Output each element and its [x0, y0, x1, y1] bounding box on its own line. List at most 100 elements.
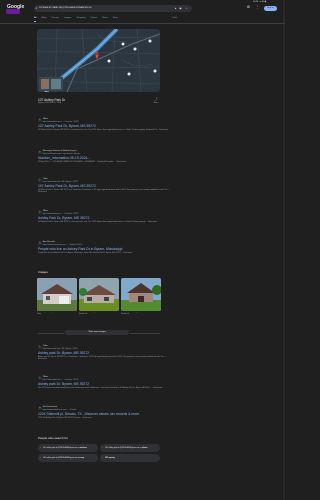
- result-source: T Trulia https://www.trulia.com › MS › By…: [38, 178, 170, 183]
- people-also-search-heading: People also search for: [38, 436, 68, 440]
- related-search-chip[interactable]: ⌕ 107 ashley park dr (PZ070-A008 byram m…: [38, 454, 98, 462]
- tab-all[interactable]: All: [34, 17, 37, 22]
- image-carousel: 107 Ashley Park Dr, Byram, MS 3927... Zi…: [37, 278, 161, 322]
- tab-videos[interactable]: Videos: [91, 17, 98, 22]
- share-label: Share: [153, 101, 159, 104]
- result-source: T Trulia https://www.trulia.com › MS › By…: [38, 345, 170, 350]
- tab-forums[interactable]: Forums: [52, 17, 59, 22]
- image-card[interactable]: 107 Ashley Park Dr, Byram, MS 3927... Zi…: [37, 278, 77, 322]
- result-source: B Best Records https://www.bestrecords.co…: [38, 241, 170, 246]
- sign-in-button[interactable]: Sign in: [264, 6, 277, 11]
- related-search-chip[interactable]: ⌕ 107 ashley park dr (PZ070-A008 byram m…: [100, 444, 160, 452]
- source-url[interactable]: https://www.trulia.com › MS › Byram › 39…: [43, 181, 78, 183]
- search-result[interactable]: B Best Records https://www.bestrecords.co…: [38, 241, 170, 254]
- result-title[interactable]: 1224 Shimmill pl, Desoto, TX - Discover …: [38, 412, 170, 416]
- search-result[interactable]: Z Zillow https://www.zillow.com › ... › J…: [38, 210, 170, 223]
- result-snippet: 107 Ashley Park Dr, Byram, MS 39272 is a…: [38, 188, 170, 194]
- image-source: Realtor.com: [121, 313, 130, 315]
- share-button[interactable]: ⤴ Share: [153, 97, 159, 104]
- search-input[interactable]: 107 ASHLEY PARK DR (PZ070-A008 BYRAM MS …: [39, 7, 91, 10]
- related-search-text: 107 ashley park dr (PZ070-A008 byram ms …: [42, 456, 84, 459]
- result-snippet: 107 Ashley Park Dr, Byram, MS 39272 is c…: [38, 220, 157, 223]
- gov-seal-icon: ◎: [38, 150, 42, 155]
- trulia-icon: T: [38, 345, 42, 350]
- top-bar: Google ✕ 107 ASHLEY PARK DR (PZ070-A008 …: [0, 0, 285, 14]
- search-tabs: All Maps Forums Images Shopping Videos N…: [34, 17, 118, 22]
- result-title[interactable]: Ashley park Dr, Byram, MS 39272: [38, 382, 170, 386]
- result-snippet: People who live on Ashley Park Dr in Byr…: [38, 251, 133, 254]
- result-title[interactable]: Number_Information-05-19-2024...: [38, 156, 170, 160]
- result-source: Z Zillow https://www.zillow.com › ... › J…: [38, 210, 170, 215]
- result-snippet: 1224 107 Ashley Park Dr Byram, MS 39272 …: [38, 416, 92, 419]
- result-title[interactable]: Ashley park Dr, Byram, MS 39272: [38, 351, 170, 355]
- source-url[interactable]: https://www.bestrecords.com › ... › Ashl…: [43, 244, 83, 246]
- house-graphic: [79, 278, 119, 311]
- search-icon: ⌕: [102, 456, 104, 460]
- house-image[interactable]: [121, 278, 161, 311]
- tab-news[interactable]: News: [102, 17, 107, 22]
- result-title[interactable]: Ashley Park Dr, Byram, MS 39272: [38, 216, 170, 220]
- camera-icon[interactable]: ◉: [179, 7, 182, 10]
- search-icon: ⌕: [102, 446, 104, 450]
- search-icon: ⌕: [40, 446, 42, 450]
- search-result[interactable]: Z Zillow https://www.zillow.com › ... › J…: [38, 118, 170, 131]
- search-box[interactable]: ✕ 107 ASHLEY PARK DR (PZ070-A008 BYRAM M…: [34, 5, 192, 12]
- porterhouse-icon: H: [38, 406, 42, 411]
- result-snippet: 107 Ashley Park Dr, Byram, MS 39272 is c…: [38, 128, 168, 131]
- image-source: Zillow: [37, 313, 42, 315]
- source-url[interactable]: https://medicaid.ms.gov › wp-content › u…: [43, 153, 80, 155]
- settings-icon[interactable]: ⚙: [246, 5, 251, 10]
- source-url[interactable]: https://www.zillow.com › ... › Jackson ›…: [43, 379, 79, 381]
- result-source: Z Zillow https://www.zillow.com › ... › J…: [38, 118, 170, 123]
- result-snippet: This 1375 square foot single family home…: [38, 386, 163, 389]
- zillow-icon: Z: [38, 210, 42, 215]
- mic-icon[interactable]: ●: [174, 7, 177, 10]
- house-image[interactable]: [79, 278, 119, 311]
- result-title[interactable]: 107 Ashley Park Dr, Byram, MS 39272: [38, 124, 170, 128]
- source-url[interactable]: https://www.zillow.com › ... › Jackson ›…: [43, 213, 79, 215]
- related-search-chip[interactable]: ⌕ GPI registry: [100, 454, 160, 462]
- source-url[interactable]: https://www.porterhouse.com › ... › Deso…: [43, 409, 77, 411]
- tools-button[interactable]: Tools: [172, 17, 177, 20]
- related-search-text: 107 ashley park dr (PZ070-A008 byram ms …: [42, 446, 88, 449]
- result-snippet: 19 May 2024 — ... 107 ASHLEY PARK DR PZ0…: [38, 160, 127, 163]
- source-url[interactable]: https://www.trulia.com › MS › Byram › 39…: [43, 348, 78, 350]
- house-image[interactable]: [37, 278, 77, 311]
- images-heading: Images: [38, 270, 48, 274]
- tab-more[interactable]: More: [113, 17, 118, 22]
- status-bar: 10:24 ◔ ▾ 4G ▮: [253, 1, 267, 3]
- result-source: ◎ Mississippi Division of Medicaid (.gov…: [38, 150, 170, 155]
- search-result[interactable]: T Trulia https://www.trulia.com › MS › By…: [38, 178, 170, 194]
- close-icon[interactable]: ✕: [35, 7, 38, 10]
- house-graphic: [37, 278, 77, 311]
- related-search-chip[interactable]: ⌕ 107 ashley park dr (PZ070-A008 byram m…: [38, 444, 98, 452]
- result-source: H Hul Porterhouse https://www.porterhouse…: [38, 406, 170, 411]
- source-url[interactable]: https://www.zillow.com › ... › Jackson ›…: [43, 121, 79, 123]
- zillow-icon: Z: [38, 376, 42, 381]
- trulia-icon: T: [38, 178, 42, 183]
- map-graphic: [37, 29, 160, 92]
- doodle-image[interactable]: [6, 9, 20, 14]
- result-title[interactable]: 107 Ashley Park Dr, Byram, MS 39272: [38, 184, 170, 188]
- search-icon[interactable]: ⌕: [185, 7, 188, 10]
- search-result[interactable]: T Trulia https://www.trulia.com › MS › By…: [38, 345, 170, 361]
- location-map[interactable]: [37, 29, 160, 92]
- result-source: Z Zillow https://www.zillow.com › ... › J…: [38, 376, 170, 381]
- tab-maps[interactable]: Maps: [41, 17, 46, 22]
- search-result[interactable]: H Hul Porterhouse https://www.porterhouse…: [38, 406, 170, 419]
- apps-icon[interactable]: ⋮: [255, 5, 260, 10]
- address-subtitle: Byram, MS 39272, USA: [38, 102, 62, 104]
- result-title[interactable]: People who live on Ashley Park Dr in Byr…: [38, 247, 170, 251]
- house-graphic: [121, 278, 161, 311]
- image-card[interactable]: 107 Ashley Park Dr, Byram, MS 3927... Re…: [79, 278, 119, 322]
- related-search-text: 107 ashley park dr (PZ070-A008 byram ms …: [104, 446, 148, 449]
- tab-shopping[interactable]: Shopping: [76, 17, 85, 22]
- search-result[interactable]: Z Zillow https://www.zillow.com › ... › J…: [38, 376, 170, 389]
- image-card[interactable]: 107 Ashley Park Dr, Byram, MS 3927... Re…: [121, 278, 161, 322]
- tab-images[interactable]: Images: [64, 17, 71, 22]
- search-result[interactable]: ◎ Mississippi Division of Medicaid (.gov…: [38, 150, 170, 163]
- people-also-search-grid: ⌕ 107 ashley park dr (PZ070-A008 byram m…: [38, 444, 160, 462]
- show-more-images-button[interactable]: Show more images: [65, 330, 129, 335]
- page-edge: [283, 0, 285, 500]
- related-search-text: GPI registry: [104, 456, 116, 459]
